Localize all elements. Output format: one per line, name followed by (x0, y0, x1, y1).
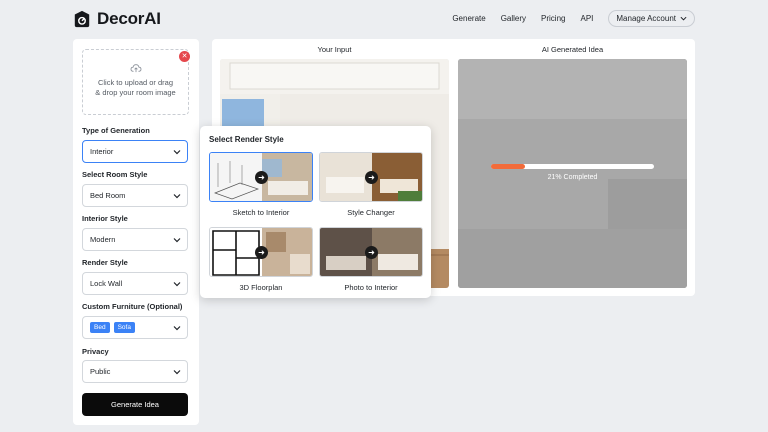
chevron-down-icon (173, 150, 181, 155)
upload-hint-line1: Click to upload or drag (97, 78, 174, 87)
upload-cloud-icon (130, 64, 141, 73)
sketch-thumbnail: ➜ (209, 152, 313, 202)
arrow-right-icon: ➜ (255, 171, 268, 184)
generated-image-placeholder: 21% Completed (458, 59, 687, 288)
option-style-changer[interactable]: ➜ Style Changer (319, 152, 423, 217)
generate-idea-button[interactable]: Generate Idea (82, 393, 188, 416)
arrow-right-icon: ➜ (365, 171, 378, 184)
furniture-label: Custom Furniture (Optional) (82, 302, 183, 311)
chevron-down-icon (173, 326, 181, 331)
interior-label: Interior Style (82, 214, 128, 223)
nav-generate[interactable]: Generate (452, 14, 485, 23)
room-label: Select Room Style (82, 170, 148, 179)
chevron-down-icon (680, 16, 687, 21)
clear-upload-button[interactable]: ✕ (179, 51, 190, 62)
chevron-down-icon (173, 238, 181, 243)
photo-thumbnail: ➜ (319, 227, 423, 277)
room-value: Bed Room (90, 191, 126, 200)
nav-pricing[interactable]: Pricing (541, 14, 565, 23)
furniture-chip-sofa[interactable]: Sofa (113, 322, 135, 333)
settings-panel: Click to upload or drag & drop your room… (73, 39, 199, 425)
type-select[interactable]: Interior (82, 140, 188, 163)
floorplan-thumbnail: ➜ (209, 227, 313, 277)
privacy-select[interactable]: Public (82, 360, 188, 383)
render-value: Lock Wall (90, 279, 123, 288)
furniture-select[interactable]: Bed Sofa (82, 316, 188, 339)
render-select[interactable]: Lock Wall (82, 272, 188, 295)
option-photo-to-interior[interactable]: ➜ Photo to Interior (319, 227, 423, 292)
nav-gallery[interactable]: Gallery (501, 14, 526, 23)
upload-dropzone[interactable]: Click to upload or drag & drop your room… (82, 49, 190, 115)
interior-value: Modern (90, 235, 116, 244)
manage-account-label: Manage Account (616, 14, 676, 23)
option-label: Sketch to Interior (232, 208, 290, 217)
furniture-chip-bed[interactable]: Bed (90, 322, 110, 333)
chevron-down-icon (173, 370, 181, 375)
arrow-right-icon: ➜ (255, 246, 268, 259)
progress-bar (491, 164, 654, 169)
brand-name: DecorAI (97, 9, 161, 28)
brand-logo[interactable]: DecorAI (73, 9, 161, 29)
input-title: Your Input (317, 45, 352, 54)
render-label: Render Style (82, 258, 128, 267)
type-value: Interior (90, 147, 114, 156)
progress-text: 21% Completed (547, 174, 598, 181)
upload-hint-line2: & drop your room image (95, 88, 176, 97)
main-nav: Generate Gallery Pricing API Manage Acco… (452, 10, 695, 27)
option-label: Style Changer (347, 208, 395, 217)
top-bar: DecorAI Generate Gallery Pricing API Man… (0, 0, 768, 36)
arrow-right-icon: ➜ (365, 246, 378, 259)
type-label: Type of Generation (82, 126, 150, 135)
privacy-value: Public (90, 367, 111, 376)
privacy-label: Privacy (82, 347, 109, 356)
style-changer-thumbnail: ➜ (319, 152, 423, 202)
option-3d-floorplan[interactable]: ➜ 3D Floorplan (209, 227, 313, 292)
interior-select[interactable]: Modern (82, 228, 188, 251)
progress-fill (491, 164, 526, 169)
chevron-down-icon (173, 282, 181, 287)
option-sketch-to-interior[interactable]: ➜ Sketch to Interior (209, 152, 313, 217)
logo-icon (74, 10, 90, 28)
room-select[interactable]: Bed Room (82, 184, 188, 207)
popup-title: Select Render Style (209, 135, 284, 144)
output-title: AI Generated Idea (541, 45, 604, 54)
option-label: 3D Floorplan (239, 283, 283, 292)
chevron-down-icon (173, 194, 181, 199)
render-style-popup: Select Render Style ➜ Sketch to Interior (200, 126, 431, 298)
manage-account-button[interactable]: Manage Account (608, 10, 695, 27)
nav-api[interactable]: API (580, 14, 593, 23)
close-icon: ✕ (181, 53, 188, 60)
option-label: Photo to Interior (344, 283, 398, 292)
